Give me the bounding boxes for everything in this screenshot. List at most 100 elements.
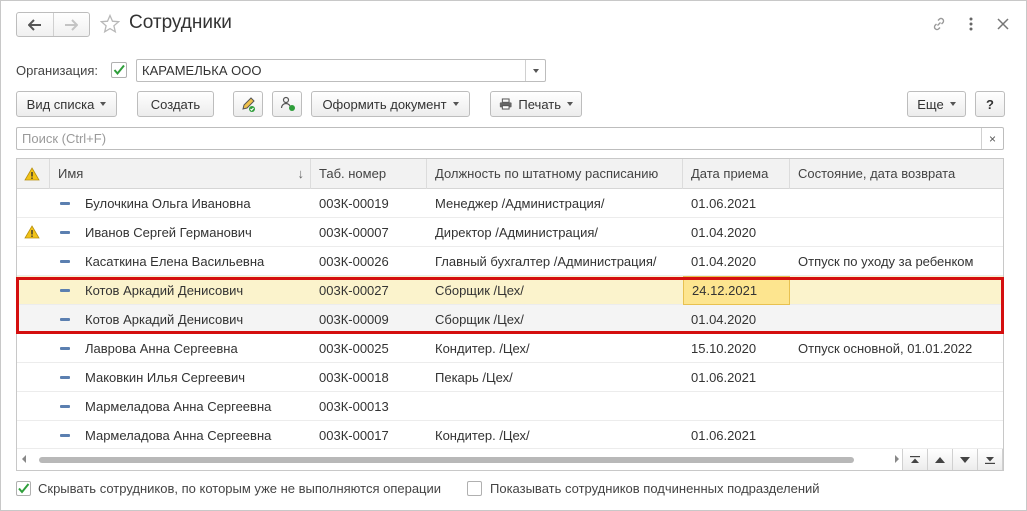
chevron-down-icon xyxy=(960,456,970,463)
cell-hire-date: 01.06.2021 xyxy=(691,428,757,443)
cell-name: Котов Аркадий Денисович xyxy=(85,283,244,298)
table-row[interactable]: Котов Аркадий Денисович 003К-00027 Сборщик… xyxy=(17,276,1003,305)
search-bar: × xyxy=(16,127,1004,150)
organization-dropdown-button[interactable] xyxy=(525,60,545,81)
cell-hire-date: 15.10.2020 xyxy=(691,341,757,356)
cell-tab-number: 003К-00019 xyxy=(319,196,389,211)
search-input[interactable] xyxy=(17,128,981,149)
cell-position xyxy=(427,392,683,421)
scroll-left-icon[interactable] xyxy=(22,455,26,463)
horizontal-scrollbar[interactable] xyxy=(17,448,1003,470)
last-page-icon xyxy=(985,456,995,464)
cell-state: Отпуск по уходу за ребенком xyxy=(798,254,974,269)
employee-record-icon xyxy=(60,347,70,350)
cell-tab-number: 003К-00027 xyxy=(319,283,389,298)
cell-state xyxy=(790,421,1003,450)
view-list-button[interactable]: Вид списка xyxy=(16,91,117,117)
column-name-label: Имя xyxy=(58,166,84,181)
more-button[interactable]: Еще xyxy=(907,91,966,117)
cell-position: Сборщик /Цех/ xyxy=(435,283,524,298)
show-subordinate-checkbox[interactable] xyxy=(467,481,482,496)
cell-position: Пекарь /Цех/ xyxy=(435,370,513,385)
scroll-right-icon[interactable] xyxy=(895,455,899,463)
employee-record-icon xyxy=(60,202,70,205)
cell-state xyxy=(790,276,1003,305)
cell-position: Сборщик /Цех/ xyxy=(435,312,524,327)
column-header-state[interactable]: Состояние, дата возврата xyxy=(790,159,1003,189)
navigation-buttons xyxy=(16,12,90,37)
organization-value: КАРАМЕЛЬКА ООО xyxy=(142,63,262,78)
back-button[interactable] xyxy=(17,13,53,36)
cell-state: Отпуск основной, 01.01.2022 xyxy=(798,341,973,356)
help-button[interactable]: ? xyxy=(975,91,1005,117)
column-header-warning[interactable] xyxy=(17,159,50,189)
column-header-tab-number[interactable]: Таб. номер xyxy=(311,159,427,189)
cell-name: Касаткина Елена Васильевна xyxy=(85,254,265,269)
cell-tab-number: 003К-00025 xyxy=(319,341,389,356)
scroll-thumb[interactable] xyxy=(39,457,854,463)
cell-name: Маковкин Илья Сергеевич xyxy=(85,370,245,385)
help-label: ? xyxy=(986,96,994,112)
cell-tab-number: 003К-00013 xyxy=(319,399,389,414)
cell-hire-date: 24.12.2021 xyxy=(683,276,790,305)
table-row[interactable]: Касаткина Елена Васильевна 003К-00026 Глав… xyxy=(17,247,1003,276)
organization-checkbox[interactable] xyxy=(111,62,127,78)
column-header-position[interactable]: Должность по штатному расписанию xyxy=(427,159,683,189)
table-row[interactable]: Иванов Сергей Германович 003К-00007 Директ… xyxy=(17,218,1003,247)
chevron-up-icon xyxy=(935,456,945,463)
cell-name: Лаврова Анна Сергеевна xyxy=(85,341,238,356)
warning-icon xyxy=(24,225,40,239)
pencil-icon xyxy=(242,97,255,112)
scroll-down-button[interactable] xyxy=(953,449,978,470)
employee-record-icon xyxy=(60,289,70,292)
employees-table: Имя ↓ Таб. номер Должность по штатному р… xyxy=(16,158,1004,471)
cell-state xyxy=(790,218,1003,247)
sort-down-icon: ↓ xyxy=(297,166,305,181)
scroll-track[interactable] xyxy=(29,457,899,463)
view-list-label: Вид списка xyxy=(26,96,95,112)
create-label: Создать xyxy=(150,96,201,112)
table-row[interactable]: Мармеладова Анна Сергеевна 003К-00017 Конд… xyxy=(17,421,1003,450)
close-icon[interactable] xyxy=(994,15,1012,33)
structure-button[interactable] xyxy=(272,91,302,117)
cell-tab-number: 003К-00007 xyxy=(319,225,389,240)
table-row[interactable]: Лаврова Анна Сергеевна 003К-00025 Кондитер… xyxy=(17,334,1003,363)
scroll-to-bottom-button[interactable] xyxy=(978,449,1003,470)
table-row[interactable]: Мармеладова Анна Сергеевна 003К-00013 xyxy=(17,392,1003,421)
cell-state xyxy=(790,305,1003,334)
column-header-name[interactable]: Имя ↓ xyxy=(50,159,311,189)
cell-tab-number: 003К-00026 xyxy=(319,254,389,269)
print-button[interactable]: Печать xyxy=(490,91,582,117)
scroll-to-top-button[interactable] xyxy=(903,449,928,470)
table-row[interactable]: Булочкина Ольга Ивановна 003К-00019 Менедж… xyxy=(17,189,1003,218)
print-label: Печать xyxy=(518,96,561,112)
show-subordinate-label[interactable]: Показывать сотрудников подчиненных подра… xyxy=(490,481,820,496)
cell-hire-date: 01.04.2020 xyxy=(691,254,757,269)
edit-button[interactable] xyxy=(233,91,263,117)
organization-label: Организация: xyxy=(16,63,99,78)
people-structure-icon xyxy=(280,96,295,111)
checkmark-icon xyxy=(18,483,30,494)
filter-options: Скрывать сотрудников, по которым уже не … xyxy=(16,481,1006,499)
organization-field[interactable]: КАРАМЕЛЬКА ООО xyxy=(136,59,546,82)
favorite-star-icon[interactable] xyxy=(99,13,121,37)
search-clear-button[interactable]: × xyxy=(981,128,1003,149)
printer-icon xyxy=(499,98,512,110)
title-bar: Сотрудники xyxy=(1,1,1026,47)
column-header-hire-date[interactable]: Дата приема xyxy=(683,159,790,189)
more-label: Еще xyxy=(917,96,944,112)
more-vertical-icon[interactable] xyxy=(962,15,980,33)
table-row[interactable]: Котов Аркадий Денисович 003К-00009 Сборщик… xyxy=(17,305,1003,334)
table-row[interactable]: Маковкин Илья Сергеевич 003К-00018 Пекарь … xyxy=(17,363,1003,392)
create-button[interactable]: Создать xyxy=(137,91,214,117)
forward-button[interactable] xyxy=(52,13,89,36)
link-icon[interactable] xyxy=(930,15,948,33)
cell-name: Мармеладова Анна Сергеевна xyxy=(85,428,272,443)
make-document-button[interactable]: Оформить документ xyxy=(311,91,470,117)
hide-inactive-label[interactable]: Скрывать сотрудников, по которым уже не … xyxy=(38,481,441,496)
scroll-up-button[interactable] xyxy=(928,449,953,470)
chevron-down-icon xyxy=(532,68,539,73)
hide-inactive-checkbox[interactable] xyxy=(16,481,31,496)
employee-record-icon xyxy=(60,318,70,321)
cell-position: Директор /Администрация/ xyxy=(435,225,599,240)
